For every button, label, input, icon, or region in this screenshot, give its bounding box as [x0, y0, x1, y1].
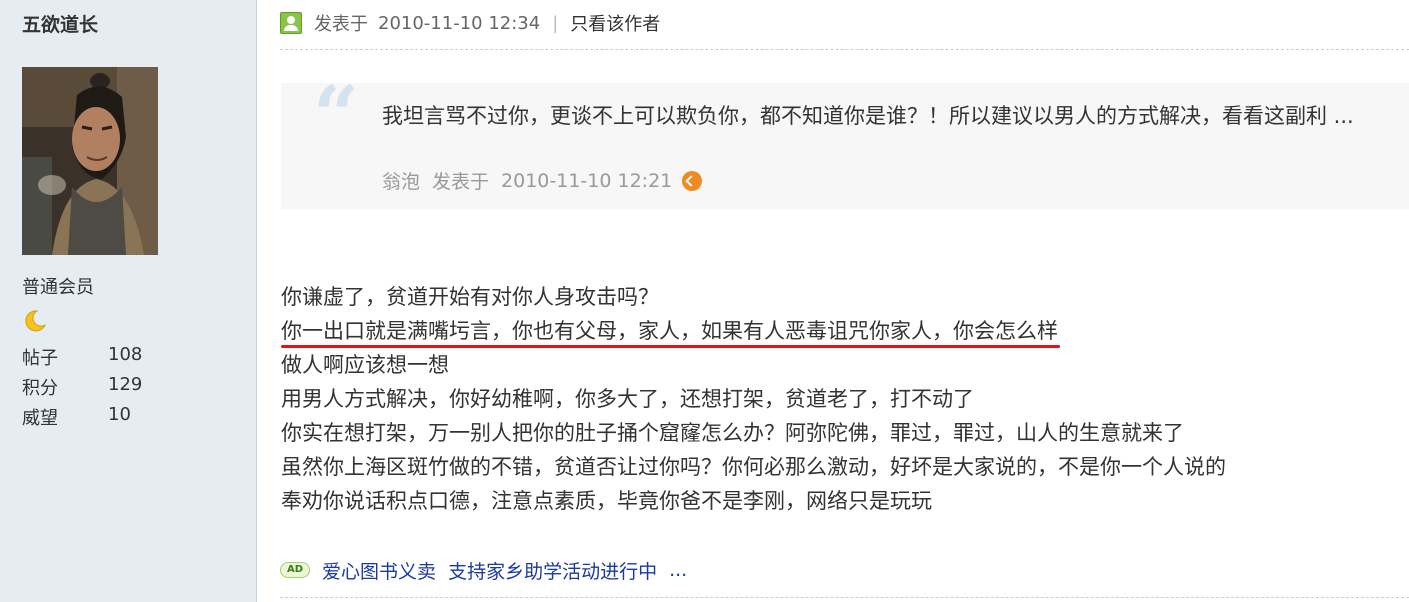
ad-link-school-aid[interactable]: 支持家乡助学活动进行中: [448, 557, 657, 584]
quote-text: 我坦言骂不过你，更谈不上可以欺负你，都不知道你是谁？！所以建议以男人的方式解决，…: [382, 104, 1354, 128]
stat-label: 威望: [22, 408, 58, 429]
stat-value[interactable]: 108: [108, 344, 142, 365]
quote-author: 翁泡: [382, 171, 421, 193]
post-line: 你谦虚了，贫道开始有对你人身攻击吗？: [281, 285, 659, 309]
post-line: 你实在想打架，万一别人把你的肚子捅个窟窿怎么办？阿弥陀佛，罪过，罪过，山人的生意…: [281, 421, 1184, 445]
stat-prestige: 威望 10: [22, 404, 222, 429]
ad-link-book-sale[interactable]: 爱心图书义卖: [322, 557, 436, 584]
underlined-text: 你一出口就是满嘴圬言，你也有父母，家人，如果有人恶毒诅咒你家人，你会怎么样: [281, 314, 1060, 348]
jump-to-post-icon[interactable]: [682, 170, 703, 191]
divider: [280, 597, 1409, 598]
stat-value[interactable]: 129: [108, 374, 142, 395]
ad-row: AD 爱心图书义卖 支持家乡助学活动进行中 ...: [280, 556, 687, 584]
moon-icon: [25, 310, 47, 332]
stat-label: 积分: [22, 378, 58, 399]
stat-value[interactable]: 10: [108, 404, 131, 425]
avatar[interactable]: [22, 67, 158, 255]
forum-post: 五欲道长 普通会员 帖子 108 积分 129 威望 10 发表于 2010-1…: [0, 0, 1409, 602]
posted-time: 2010-11-10 12:34: [378, 12, 541, 34]
post-line: 用男人方式解决，你好幼稚啊，你多大了，还想打架，贫道老了，打不动了: [281, 387, 974, 411]
quote-mark-icon: “: [313, 68, 360, 162]
red-underline-mark: [281, 345, 1060, 348]
meta-separator: |: [552, 12, 559, 34]
post-meta: 发表于 2010-11-10 12:34 | 只看该作者: [280, 10, 660, 36]
post-body: 你谦虚了，贫道开始有对你人身攻击吗？ 你一出口就是满嘴圬言，你也有父母，家人，如…: [281, 280, 1226, 518]
underlined-line-text: 你一出口就是满嘴圬言，你也有父母，家人，如果有人恶毒诅咒你家人，你会怎么样: [281, 319, 1058, 343]
ad-more-link[interactable]: ...: [669, 559, 687, 581]
divider: [280, 49, 1409, 50]
user-group: 普通会员: [22, 277, 94, 298]
quote-source: 翁泡 发表于 2010-11-10 12:21: [382, 167, 703, 194]
quote-posted-time: 2010-11-10 12:21: [501, 169, 673, 192]
quote-posted-label: 发表于: [432, 171, 490, 193]
post-line: 奉劝你说话积点口德，注意点素质，毕竟你爸不是李刚，网络只是玩玩: [281, 489, 932, 513]
stat-label: 帖子: [22, 348, 58, 369]
author-only-link[interactable]: 只看该作者: [570, 10, 660, 36]
author-sidebar: 五欲道长 普通会员 帖子 108 积分 129 威望 10: [0, 0, 257, 602]
quote-block: “ 我坦言骂不过你，更谈不上可以欺负你，都不知道你是谁？！所以建议以男人的方式解…: [281, 75, 1409, 209]
post-line: 做人啊应该想一想: [281, 353, 449, 377]
post-line: 虽然你上海区斑竹做的不错，贫道否让过你吗？你何必那么激动，好坏是大家说的，不是你…: [281, 455, 1226, 479]
ad-badge-icon: AD: [280, 562, 311, 578]
user-online-icon: [280, 12, 302, 34]
stat-posts: 帖子 108: [22, 344, 222, 369]
author-name[interactable]: 五欲道长: [22, 10, 98, 37]
stat-credits: 积分 129: [22, 374, 222, 399]
post-line-highlighted: 你一出口就是满嘴圬言，你也有父母，家人，如果有人恶毒诅咒你家人，你会怎么样: [281, 314, 1226, 348]
posted-label: 发表于: [314, 14, 368, 35]
